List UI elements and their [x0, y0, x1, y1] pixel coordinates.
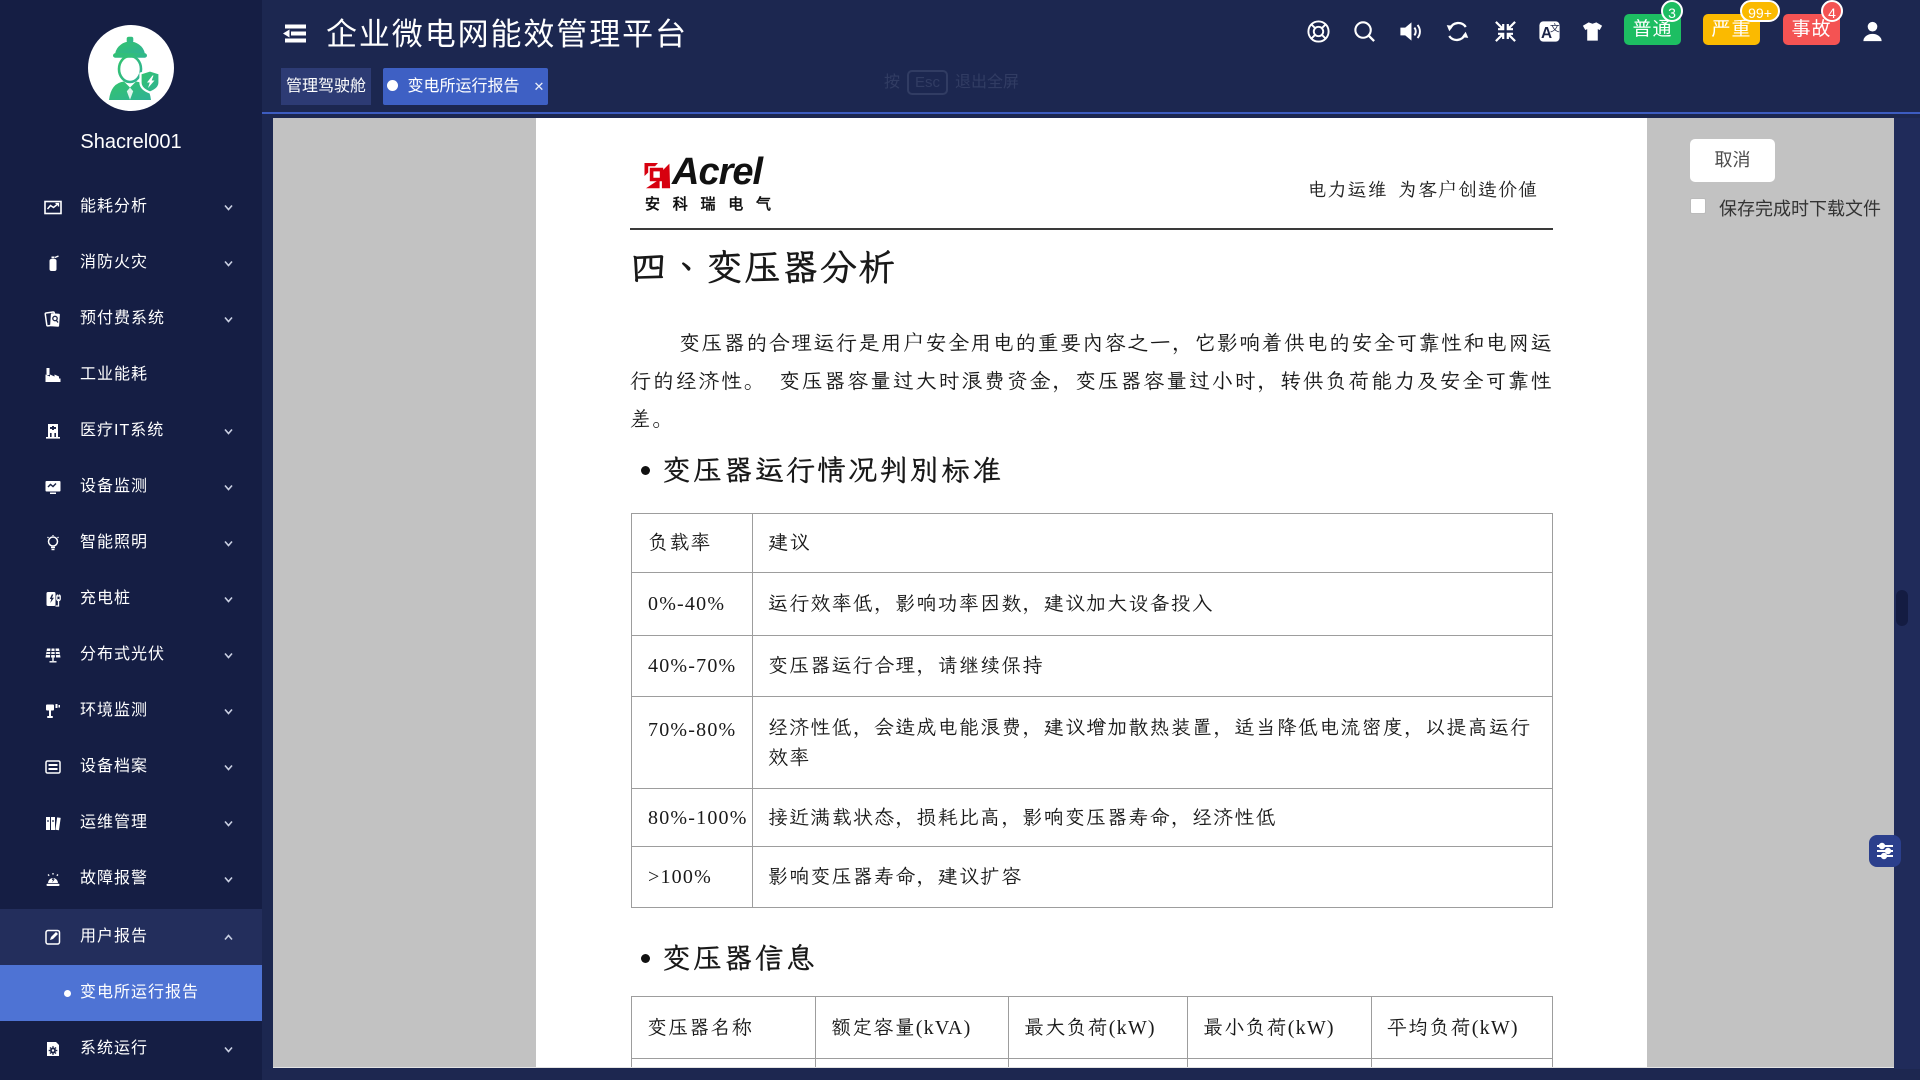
svg-text:文: 文: [1550, 23, 1560, 35]
